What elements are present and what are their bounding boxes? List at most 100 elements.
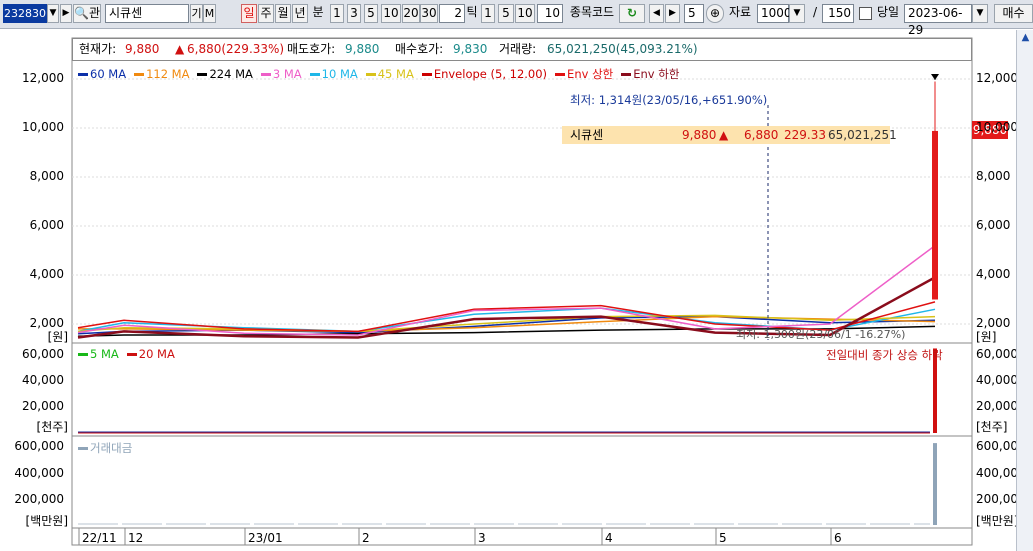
amount-legend: 거래대금: [78, 440, 140, 456]
tab-week[interactable]: 주: [258, 4, 274, 23]
legend-swatch-icon: [134, 73, 145, 76]
tick-value-input[interactable]: 10: [537, 4, 563, 23]
x-axis-label: 5: [719, 531, 727, 545]
tab-month[interactable]: 월: [275, 4, 291, 23]
total-count-input[interactable]: 150: [822, 4, 854, 23]
axis-tick-label: 10,000: [22, 120, 64, 134]
tab-year[interactable]: 년: [292, 4, 308, 23]
up-triangle-icon: ▲: [175, 42, 185, 56]
price-legend-item: Env 상한: [555, 67, 613, 81]
minute-label: 분: [312, 5, 324, 19]
minute-5-button[interactable]: 5: [364, 4, 378, 23]
minute-3-button[interactable]: 3: [347, 4, 361, 23]
minute-30-button[interactable]: 30: [420, 4, 438, 23]
down-arrow-icon: [931, 74, 939, 80]
data-count-dropdown-icon[interactable]: ▼: [789, 4, 805, 23]
legend-label: Env 하한: [633, 67, 680, 81]
step-input[interactable]: 5: [684, 4, 704, 23]
bid-price-label: 매수호가:: [395, 42, 444, 56]
axis-tick-label: 12,000: [22, 71, 64, 85]
axis-unit-label: [백만원]: [976, 514, 1019, 528]
scroll-up-icon[interactable]: ▲: [1018, 32, 1033, 47]
price-legend-item: 60 MA: [78, 67, 126, 81]
x-axis-label: 23/01: [248, 531, 283, 545]
current-price-label: 현재가:: [79, 42, 117, 56]
prev-arrow-icon[interactable]: ◀: [649, 4, 664, 23]
search-button-label: 관: [88, 6, 100, 20]
play-icon[interactable]: ▶: [60, 4, 72, 23]
search-button[interactable]: 🔍관: [73, 4, 101, 23]
axis-tick-label: 4,000: [29, 267, 64, 281]
axis-unit-label: [천주]: [36, 420, 68, 434]
axis-tick-label: 60,000: [22, 347, 64, 361]
x-axis-label: 22/11: [82, 531, 117, 545]
volume-legend: 5 MA 20 MA: [78, 347, 183, 361]
current-price-value: 9,880: [125, 42, 160, 56]
axis-tick-label: 60,000: [976, 347, 1018, 361]
callout-volume: 65,021,251: [828, 128, 897, 142]
legend-swatch-icon: [421, 73, 432, 76]
minute-10-button[interactable]: 10: [381, 4, 401, 23]
axis-tick-label: 8,000: [976, 169, 1011, 183]
callout-name: 시큐센: [570, 128, 604, 142]
stock-chart[interactable]: [0, 0, 1033, 551]
legend-label: 60 MA: [90, 67, 127, 81]
minute-20-button[interactable]: 20: [402, 4, 420, 23]
legend-label: 45 MA: [377, 67, 414, 81]
vertical-scrollbar[interactable]: ▲: [1016, 30, 1033, 551]
zoom-icon[interactable]: ⊕: [706, 4, 724, 23]
x-axis-label: 6: [834, 531, 842, 545]
date-field[interactable]: 2023-06-29: [904, 4, 972, 37]
ask-price-label: 매도호가:: [287, 42, 336, 56]
x-axis-label: 12: [128, 531, 144, 545]
stock-name-field[interactable]: 시큐센: [105, 4, 189, 23]
next-arrow-icon[interactable]: ▶: [665, 4, 680, 23]
callout-change: 6,880: [744, 128, 779, 142]
slash-label: /: [812, 5, 818, 19]
price-legend-item: 10 MA: [309, 67, 358, 81]
tick-10-button[interactable]: 10: [515, 4, 535, 23]
volume-legend-item: 20 MA: [126, 347, 175, 361]
m-button[interactable]: M: [203, 4, 216, 23]
price-legend-item: 224 MA: [197, 67, 253, 81]
axis-tick-label: 40,000: [22, 373, 64, 387]
axis-tick-label: 20,000: [22, 399, 64, 413]
legend-swatch-icon: [309, 73, 320, 76]
tick-1-button[interactable]: 1: [481, 4, 495, 23]
legend-label: 112 MA: [146, 67, 190, 81]
x-axis-label: 4: [605, 531, 613, 545]
trade-button[interactable]: 매수: [994, 4, 1033, 23]
axis-unit-label: [원]: [976, 330, 997, 344]
legend-label: 224 MA: [209, 67, 253, 81]
today-checkbox[interactable]: [859, 7, 872, 20]
tab-day[interactable]: 일: [241, 4, 257, 23]
refresh-icon[interactable]: ↻: [619, 4, 645, 23]
legend-swatch-icon: [78, 353, 88, 356]
price-legend-item: 112 MA: [134, 67, 189, 81]
ask-price-value: 9,880: [345, 42, 380, 56]
callout-price: 9,880: [682, 128, 717, 142]
gi-button[interactable]: 기: [190, 4, 203, 23]
data-label: 자료: [728, 5, 752, 19]
axis-tick-label: 12,000: [976, 71, 1018, 85]
code-dropdown-icon[interactable]: ▼: [47, 4, 59, 23]
series-line: [77, 244, 936, 336]
date-dropdown-icon[interactable]: ▼: [972, 4, 988, 23]
legend-label: 거래대금: [90, 441, 133, 455]
price-callout: 시큐센 9,880 ▲ 6,880 229.33 65,021,251: [562, 126, 897, 144]
tick-count-input[interactable]: 2: [439, 4, 465, 23]
minute-1-button[interactable]: 1: [330, 4, 344, 23]
axis-tick-label: 4,000: [976, 267, 1011, 281]
legend-swatch-icon: [555, 73, 566, 76]
data-count-select[interactable]: 1000: [757, 4, 792, 23]
axis-tick-label: 6,000: [29, 218, 64, 232]
axis-unit-label: [천주]: [976, 420, 1008, 434]
volume-label: 거래량:: [499, 42, 537, 56]
axis-tick-label: 8,000: [29, 169, 64, 183]
legend-label: Envelope (5, 12.00): [433, 67, 548, 81]
tick-5-button[interactable]: 5: [498, 4, 514, 23]
legend-label: 3 MA: [272, 67, 302, 81]
stock-code-input[interactable]: 232830: [3, 4, 47, 23]
price-legend-item: Envelope (5, 12.00): [421, 67, 548, 81]
volume-value: 65,021,250(45,093.21%): [547, 42, 698, 56]
